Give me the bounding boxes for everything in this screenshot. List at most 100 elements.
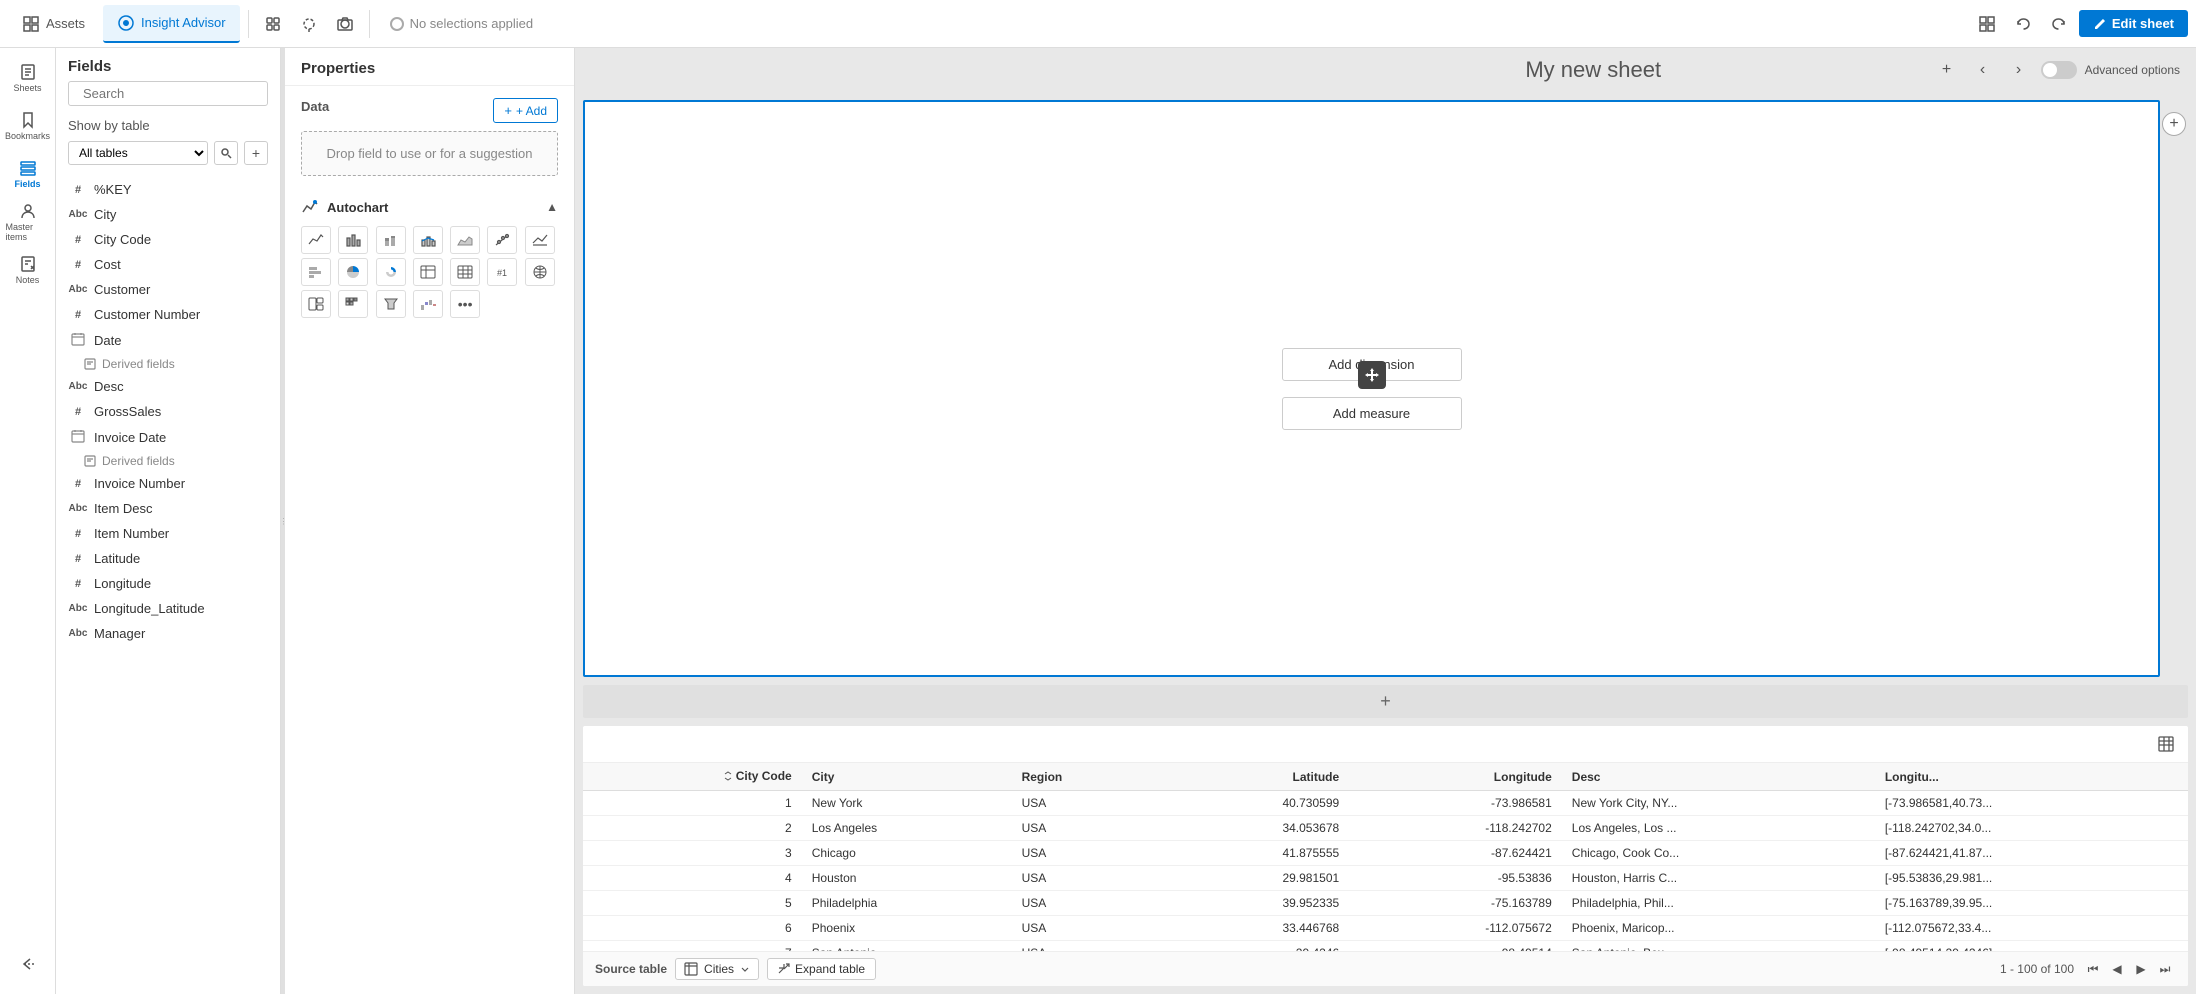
viz-more-btn[interactable]: ••• — [450, 290, 480, 318]
field-item[interactable]: # %KEY — [56, 177, 280, 202]
field-item[interactable]: Abc Customer — [56, 277, 280, 302]
next-sheet-btn[interactable]: › — [2005, 56, 2033, 84]
field-item[interactable]: Abc City — [56, 202, 280, 227]
field-sub-derived[interactable]: Derived fields — [56, 354, 280, 374]
grid-view-btn[interactable] — [1971, 8, 2003, 40]
sidebar-back-btn[interactable] — [6, 942, 50, 986]
viz-bar-btn[interactable] — [338, 226, 368, 254]
field-item[interactable]: Abc Desc — [56, 374, 280, 399]
cell-longitude: -75.163789 — [1349, 891, 1562, 916]
redo-btn[interactable] — [2043, 8, 2075, 40]
prev-page-btn[interactable]: ◀ — [2106, 958, 2128, 980]
snapshot-btn[interactable] — [329, 8, 361, 40]
field-item[interactable]: Abc Item Desc — [56, 496, 280, 521]
viz-pivot-btn[interactable] — [413, 258, 443, 286]
field-item[interactable]: Invoice Date — [56, 424, 280, 451]
first-page-btn[interactable]: ⏮ — [2082, 958, 2104, 980]
field-type-hash: # — [68, 259, 88, 271]
field-item[interactable]: # Latitude — [56, 546, 280, 571]
advanced-options-toggle[interactable]: Advanced options — [2041, 61, 2180, 79]
edit-sheet-btn[interactable]: Edit sheet — [2079, 10, 2188, 37]
viz-title-row: Autochart — [301, 198, 388, 216]
right-add-btn[interactable]: + — [2162, 112, 2186, 136]
sidebar-item-fields[interactable]: Fields — [6, 152, 50, 196]
field-name: Invoice Number — [94, 476, 185, 491]
undo-btn[interactable] — [2007, 8, 2039, 40]
viz-bar2-btn[interactable] — [301, 258, 331, 286]
field-item[interactable]: Date — [56, 327, 280, 354]
add-field-btn[interactable]: + — [244, 141, 268, 165]
topbar: Assets Insight Advisor No selections app… — [0, 0, 2196, 48]
expand-table-btn[interactable]: Expand table — [767, 958, 876, 980]
field-item[interactable]: # City Code — [56, 227, 280, 252]
table-row: 2 Los Angeles USA 34.053678 -118.242702 … — [583, 816, 2188, 841]
viz-donut-btn[interactable] — [376, 258, 406, 286]
search-fields-btn[interactable] — [214, 141, 238, 165]
cell-city-code: 7 — [583, 941, 802, 952]
cell-desc: Phoenix, Maricop... — [1562, 916, 1875, 941]
field-item[interactable]: # Longitude — [56, 571, 280, 596]
viz-chevron-icon[interactable]: ▲ — [546, 200, 558, 214]
col-longitude[interactable]: Longitude — [1349, 763, 1562, 791]
cell-longitu: [-73.986581,40.73... — [1875, 791, 2188, 816]
viz-kpi-btn[interactable]: #1 — [487, 258, 517, 286]
table-filter-select[interactable]: All tables — [68, 141, 208, 165]
add-row-btn[interactable]: + — [583, 685, 2188, 718]
viz-treemap-btn[interactable] — [301, 290, 331, 318]
fields-search-box[interactable] — [68, 81, 268, 106]
field-item[interactable]: Abc Manager — [56, 621, 280, 646]
viz-area-btn[interactable] — [450, 226, 480, 254]
viz-waterfall-btn[interactable] — [413, 290, 443, 318]
viz-pie-btn[interactable] — [338, 258, 368, 286]
table-row: 1 New York USA 40.730599 -73.986581 New … — [583, 791, 2188, 816]
viz-combo-btn[interactable] — [413, 226, 443, 254]
viz-type-grid: #1 — [301, 226, 558, 318]
fields-search-input[interactable] — [83, 86, 259, 101]
lasso-btn[interactable] — [293, 8, 325, 40]
sidebar-item-bookmarks[interactable]: Bookmarks — [6, 104, 50, 148]
field-type-cal — [68, 429, 88, 446]
viz-stacked-btn[interactable] — [376, 226, 406, 254]
last-page-btn[interactable]: ⏭ — [2154, 958, 2176, 980]
col-desc[interactable]: Desc — [1562, 763, 1875, 791]
source-table-select[interactable]: Cities — [675, 958, 759, 980]
add-sheet-btn[interactable]: + — [1933, 56, 1961, 84]
sidebar-item-master[interactable]: Master items — [6, 200, 50, 244]
col-longitu[interactable]: Longitu... — [1875, 763, 2188, 791]
toggle-switch[interactable] — [2041, 61, 2077, 79]
next-page-btn[interactable]: ▶ — [2130, 958, 2152, 980]
viz-grid-btn[interactable] — [338, 290, 368, 318]
insight-advisor-tab[interactable]: Insight Advisor — [103, 5, 240, 43]
assets-tab[interactable]: Assets — [8, 5, 99, 43]
advanced-options-label: Advanced options — [2085, 63, 2180, 77]
viz-table-btn[interactable] — [450, 258, 480, 286]
data-table-scroll[interactable]: City Code City Region Latitude Longitude… — [583, 763, 2188, 951]
viz-funnel-btn[interactable] — [376, 290, 406, 318]
cell-region: USA — [1012, 816, 1161, 841]
viz-scatter-btn[interactable] — [487, 226, 517, 254]
viz-geo-btn[interactable] — [525, 258, 555, 286]
add-data-btn[interactable]: + + Add — [493, 98, 558, 123]
sidebar-item-sheets[interactable]: Sheets — [6, 56, 50, 100]
table-settings-btn[interactable] — [2152, 730, 2180, 758]
col-latitude[interactable]: Latitude — [1161, 763, 1350, 791]
cell-region: USA — [1012, 941, 1161, 952]
field-item[interactable]: # Invoice Number — [56, 471, 280, 496]
field-item[interactable]: # Cost — [56, 252, 280, 277]
sidebar-item-notes[interactable]: Notes — [6, 248, 50, 292]
selection-mode-btn[interactable] — [257, 8, 289, 40]
add-measure-btn[interactable]: Add measure — [1282, 397, 1462, 430]
col-region[interactable]: Region — [1012, 763, 1161, 791]
field-sub-derived2[interactable]: Derived fields — [56, 451, 280, 471]
field-item[interactable]: # GrossSales — [56, 399, 280, 424]
viz-line2-btn[interactable] — [525, 226, 555, 254]
col-city[interactable]: City — [802, 763, 1012, 791]
field-item[interactable]: # Customer Number — [56, 302, 280, 327]
viz-line-btn[interactable] — [301, 226, 331, 254]
prev-sheet-btn[interactable]: ‹ — [1969, 56, 1997, 84]
field-item[interactable]: Abc Longitude_Latitude — [56, 596, 280, 621]
assets-icon — [22, 15, 40, 33]
viz-type-label: Autochart — [327, 200, 388, 215]
col-city-code[interactable]: City Code — [583, 763, 802, 791]
field-item[interactable]: # Item Number — [56, 521, 280, 546]
